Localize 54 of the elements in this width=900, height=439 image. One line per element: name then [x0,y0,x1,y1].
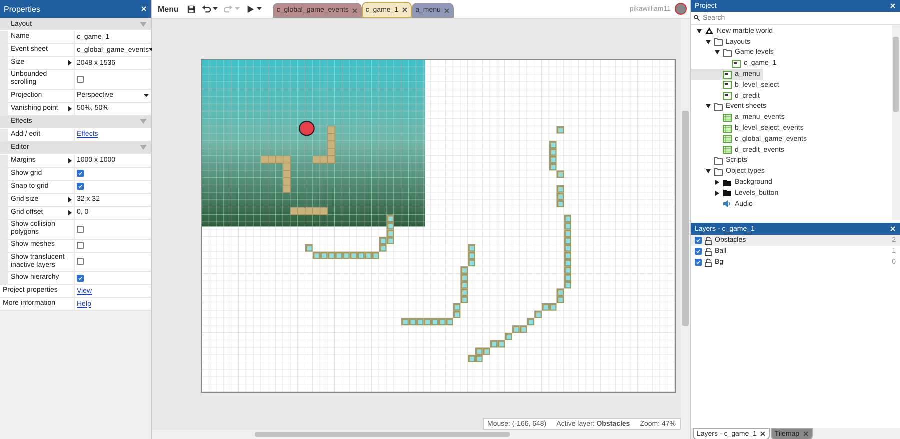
redo-icon [224,4,233,14]
property-checkbox[interactable] [77,274,84,282]
collapse-arrow-icon[interactable] [706,169,711,174]
close-icon[interactable] [402,7,408,13]
collapse-arrow-icon[interactable] [706,40,711,45]
property-checkbox[interactable] [77,226,84,233]
collapse-arrow-icon[interactable] [715,50,720,56]
property-checkbox[interactable] [77,76,84,83]
save-button[interactable] [186,4,197,14]
project-icon [705,27,714,36]
property-checkbox[interactable] [77,242,84,250]
property-checkbox[interactable] [77,258,84,266]
event-sheet-icon [723,114,732,122]
event-sheet-icon [723,146,732,154]
layout-canvas[interactable] [201,59,676,393]
vertical-scrollbar[interactable] [892,25,900,220]
avatar-icon[interactable] [675,3,687,15]
padlock-icon[interactable] [705,258,712,266]
caret-icon [234,7,240,11]
caret-icon [256,7,262,11]
event-sheet-icon [723,124,732,133]
expand-arrow-icon[interactable] [68,106,72,112]
visibility-checkbox[interactable] [695,248,702,255]
speaker-icon [723,200,732,208]
expand-arrow-icon[interactable] [68,158,72,164]
vertical-scrollbar[interactable] [681,19,690,430]
save-icon [186,4,196,14]
search-icon [694,15,700,21]
expand-arrow-icon[interactable] [68,60,72,66]
property-checkbox[interactable] [77,170,84,178]
undo-icon [202,4,211,14]
padlock-icon[interactable] [705,248,712,256]
property-checkbox[interactable] [77,183,84,190]
layout-icon [723,92,732,100]
layout-icon [732,60,741,68]
collapse-arrow-icon[interactable] [697,28,702,34]
expand-arrow-icon[interactable] [715,180,720,186]
visibility-checkbox[interactable] [695,237,702,244]
layout-icon [723,70,732,79]
padlock-icon[interactable] [705,236,712,244]
event-sheet-icon [723,135,732,144]
close-icon[interactable] [760,431,766,437]
collapse-arrow-icon[interactable] [706,104,711,110]
visibility-checkbox[interactable] [695,259,702,266]
folder-icon [714,102,723,111]
menu-button[interactable]: Menu [155,4,182,14]
play-icon [246,4,255,14]
expand-arrow-icon[interactable] [715,190,720,196]
undo-button[interactable] [200,4,219,14]
panel-title: Properties [4,4,40,14]
caret-icon [212,7,218,11]
caret-icon [144,94,149,98]
horizontal-scrollbar[interactable] [152,430,690,439]
layout-icon [723,81,732,90]
